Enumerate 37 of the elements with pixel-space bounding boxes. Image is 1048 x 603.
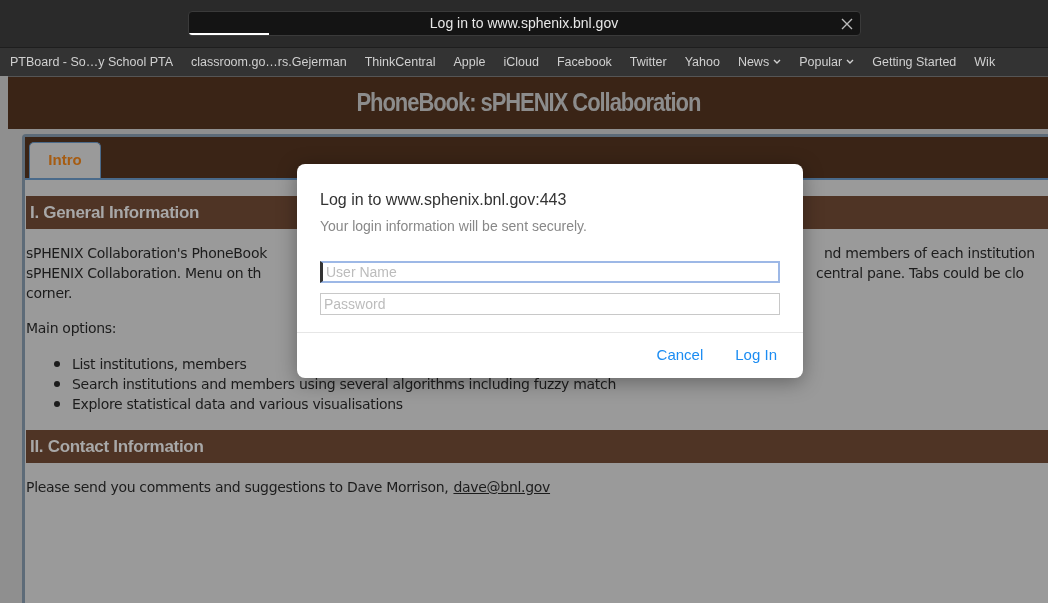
bookmark-menu[interactable]: News: [737, 52, 782, 72]
bookmark-link[interactable]: ThinkCentral: [364, 52, 436, 72]
intro-text: corner.: [26, 284, 73, 303]
bullet-icon: [54, 361, 60, 367]
section-heading: II. Contact Information: [26, 430, 1048, 463]
login-field[interactable]: Password: [320, 293, 780, 315]
options-label: Main options:: [26, 319, 117, 338]
bookmark-link[interactable]: classroom.go…rs.Gejerman: [191, 52, 347, 72]
option-text: Explore statistical data and various visualisations: [72, 395, 403, 414]
page-title: Log in to www.sphenix.bnl.gov: [429, 14, 619, 33]
bullet-icon: [54, 401, 60, 407]
chevron-icon: [846, 59, 855, 65]
login-field[interactable]: User Name: [320, 261, 780, 283]
bookmark-menu[interactable]: Popular: [799, 52, 855, 72]
address-bar[interactable]: Log in to www.sphenix.bnl.gov: [187, 11, 861, 36]
bookmark-link[interactable]: Wik: [974, 52, 996, 72]
dialog-button[interactable]: Cancel: [656, 344, 704, 367]
close-icon[interactable]: [839, 17, 854, 31]
bookmark-link[interactable]: iCloud: [503, 52, 539, 72]
bookmark-link[interactable]: Yahoo: [684, 52, 720, 72]
dialog-button[interactable]: Log In: [735, 344, 777, 367]
option-text: List institutions, members: [72, 355, 247, 374]
intro-text: central pane. Tabs could be clo: [816, 264, 1024, 283]
bullet-icon: [54, 381, 60, 387]
bookmark-link[interactable]: Apple: [453, 52, 486, 72]
email-link[interactable]: dave@bnl.gov: [453, 477, 551, 498]
bookmark-link[interactable]: Facebook: [556, 52, 612, 72]
option-text: Search institutions and members using several algorithms including fuzzy match: [72, 375, 616, 394]
chevron-icon: [773, 59, 782, 65]
bookmark-link[interactable]: Twitter: [629, 52, 667, 72]
bookmark-link[interactable]: Getting Started: [872, 52, 957, 72]
intro-text: nd members of each institution: [823, 244, 1035, 263]
bookmark-link[interactable]: PTBoard - So…y School PTA: [10, 52, 174, 72]
contact-text: Please send you comments and suggestions to Dave Morrison,: [26, 478, 449, 497]
intro-text: sPHENIX Collaboration's PhoneBook: [26, 244, 267, 263]
site-title: PhoneBook: sPHENIX Collaboration: [356, 87, 700, 119]
intro-text: sPHENIX Collaboration. Menu on th: [26, 264, 262, 283]
